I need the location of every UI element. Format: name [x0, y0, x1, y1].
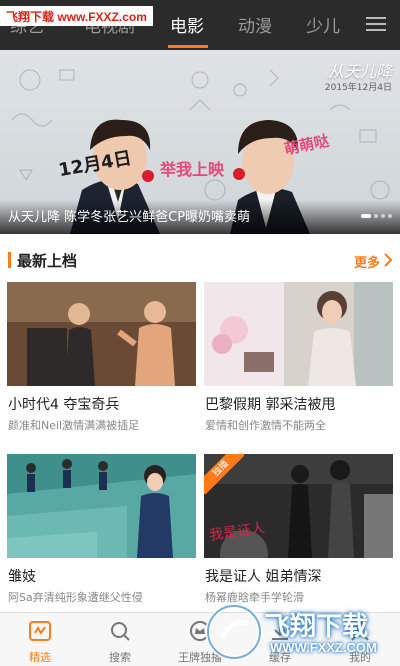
- movie-card[interactable]: 雏妓 阿Sa弃清纯形象遭继父性侵: [7, 454, 196, 606]
- section-title: 最新上档: [17, 252, 78, 270]
- nav-search[interactable]: 搜索: [80, 613, 160, 666]
- exclusive-badge: 独播: [204, 454, 244, 494]
- tab-movies[interactable]: 电影: [170, 12, 204, 37]
- movie-thumbnail[interactable]: [204, 282, 393, 386]
- movie-card[interactable]: 我是证人 独播 我是证人 姐弟情深 杨幂鹿晗牵手学轮滑: [204, 454, 393, 606]
- hero-slogan-release: 举我上映: [160, 160, 225, 179]
- movie-card[interactable]: 小时代4 夺宝奇兵 颜准和Neil激情满满被插足: [7, 282, 196, 434]
- movie-thumbnail[interactable]: [7, 282, 196, 386]
- hero-logo: 从天儿降: [327, 62, 392, 81]
- nav-label: 精选: [29, 651, 51, 664]
- menu-icon[interactable]: [366, 14, 386, 34]
- movie-card[interactable]: 巴黎假期 郭采洁被甩 爱情和创作激情不能两全: [204, 282, 393, 434]
- tab-anime[interactable]: 动漫: [238, 12, 272, 37]
- search-icon: [111, 622, 130, 641]
- section-header: 最新上档 更多: [0, 244, 400, 274]
- hero-date: 2015年12月4日: [324, 83, 392, 93]
- hero-caption: 从天儿降 陈学冬张艺兴鲜爸CP曝奶嘴卖萌: [8, 210, 251, 225]
- nav-label: 搜索: [109, 651, 131, 664]
- watermark-logo-icon: [205, 603, 263, 661]
- active-tab-indicator: [168, 45, 208, 48]
- carousel-indicator: [358, 203, 392, 222]
- movie-title[interactable]: 我是证人 姐弟情深: [205, 566, 321, 586]
- more-link[interactable]: 更多: [354, 252, 380, 271]
- chevron-right-icon[interactable]: [383, 253, 393, 267]
- movie-title[interactable]: 巴黎假期 郭采洁被甩: [205, 394, 335, 414]
- watermark-brand: 飞翔下载: [264, 612, 369, 642]
- section-accent-bar: [8, 252, 11, 268]
- watermark-bottom: 飞翔下载 WWW.FXXZ.COM: [200, 600, 400, 662]
- movie-description: 阿Sa弃清纯形象遭继父性侵: [8, 591, 143, 604]
- movie-title[interactable]: 雏妓: [8, 566, 36, 586]
- movie-thumbnail[interactable]: [7, 454, 196, 558]
- movie-title[interactable]: 小时代4 夺宝奇兵: [8, 394, 119, 414]
- watermark-url: WWW.FXXZ.COM: [270, 640, 377, 655]
- watermark-top: 飞翔下载 www.FXXZ.com: [0, 6, 153, 26]
- tab-kids[interactable]: 少儿: [306, 12, 340, 37]
- movie-description: 爱情和创作激情不能两全: [205, 419, 326, 432]
- nav-featured[interactable]: 精选: [0, 613, 80, 666]
- featured-icon: [29, 621, 51, 641]
- movie-thumbnail[interactable]: 我是证人 独播: [204, 454, 393, 558]
- movie-description: 颜准和Neil激情满满被插足: [8, 419, 140, 432]
- hero-banner[interactable]: 从天儿降 2015年12月4日 12月4日 举我上映 萌萌哒 从天儿降 陈学冬张…: [0, 50, 400, 234]
